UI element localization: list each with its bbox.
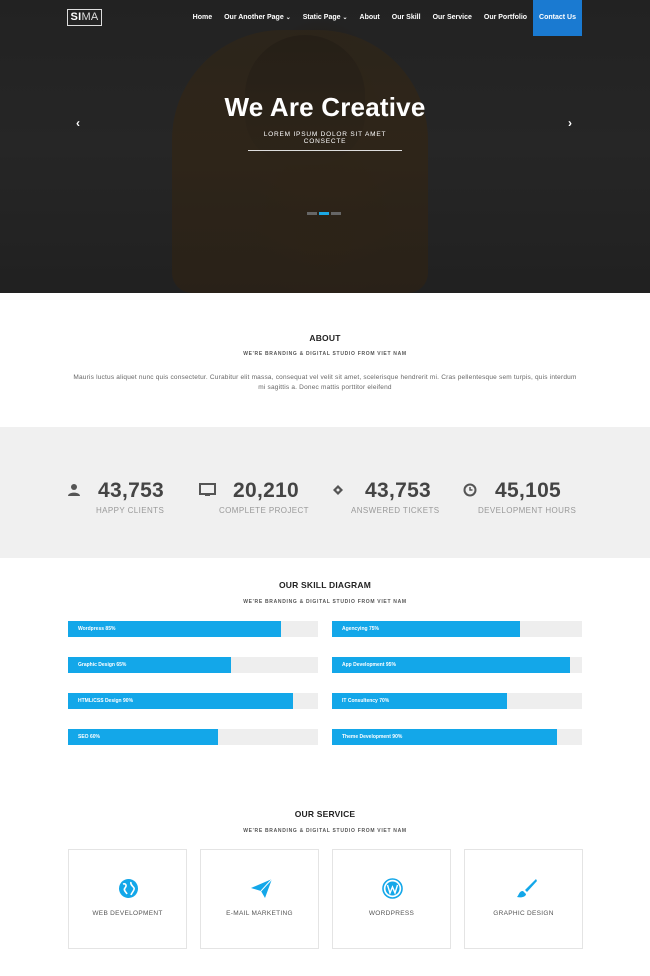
chevron-down-icon: ⌄ xyxy=(285,15,291,21)
hero-subtitle: LOREM IPSUM DOLOR SIT AMET CONSECTE xyxy=(248,128,402,151)
next-arrow-icon[interactable]: › xyxy=(568,117,572,129)
skill-bar-html-css: HTML/CSS Design 90% xyxy=(68,693,318,709)
service-card-graphic-design[interactable]: GRAPHIC DESIGN xyxy=(464,849,583,949)
about-tagline: WE'RE BRANDING & DIGITAL STUDIO FROM VIE… xyxy=(243,351,407,357)
globe-icon xyxy=(119,879,138,898)
nav-label: Our Service xyxy=(432,14,472,21)
ticket-icon xyxy=(333,485,343,495)
nav-label: Our Portfolio xyxy=(483,14,528,21)
stat-value: 20,210 xyxy=(233,479,300,502)
skill-bar-it-consultency: IT Consultency 70% xyxy=(332,693,582,709)
nav-label: About xyxy=(359,14,380,21)
skill-bar-agencying: Agencying 75% xyxy=(332,621,582,637)
nav-label: Static Page xyxy=(302,14,341,21)
skill-bar-seo: SEO 60% xyxy=(68,729,318,745)
paintbrush-icon xyxy=(517,879,537,898)
slider-dot[interactable] xyxy=(307,212,317,215)
service-label: WORDPRESS xyxy=(368,910,415,917)
nav-label: Contact Us xyxy=(539,14,576,21)
nav-static-page[interactable]: Static Page ⌄ xyxy=(297,0,354,36)
skill-bar-wordpress: Wordpress 85% xyxy=(68,621,318,637)
services-tagline: WE'RE BRANDING & DIGITAL STUDIO FROM VIE… xyxy=(243,828,407,834)
skill-bar-graphic-design: Graphic Design 65% xyxy=(68,657,318,673)
stat-label: ANSWERED TICKETS xyxy=(351,506,440,515)
nav-home[interactable]: Home xyxy=(187,0,218,36)
skill-bar-label: HTML/CSS Design 90% xyxy=(78,698,134,704)
main-nav: Home Our Another Page ⌄ Static Page ⌄ Abou… xyxy=(187,0,582,36)
service-card-email-marketing[interactable]: E-MAIL MARKETING xyxy=(200,849,319,949)
logo-part-2: MA xyxy=(81,11,99,23)
skills-title: OUR SKILL DIAGRAM xyxy=(278,580,372,590)
skills-tagline: WE'RE BRANDING & DIGITAL STUDIO FROM VIE… xyxy=(243,599,407,605)
clock-icon xyxy=(463,483,477,497)
nav-our-portfolio[interactable]: Our Portfolio xyxy=(478,0,533,36)
skill-bar-label: Wordpress 85% xyxy=(78,626,116,632)
skill-bar-label: IT Consultency 70% xyxy=(342,698,390,704)
about-title: ABOUT xyxy=(309,333,341,343)
skill-bar-label: SEO 60% xyxy=(78,734,100,740)
stat-value: 43,753 xyxy=(98,479,165,502)
nav-label: Home xyxy=(192,14,213,21)
prev-arrow-icon[interactable]: ‹ xyxy=(76,117,80,129)
skill-bar-label: Agencying 75% xyxy=(342,626,379,632)
paper-plane-icon xyxy=(251,878,273,898)
skill-bar-theme-development: Theme Development 90% xyxy=(332,729,582,745)
service-card-web-development[interactable]: WEB DEVELOPMENT xyxy=(68,849,187,949)
nav-label: Our Another Page xyxy=(224,14,284,21)
slider-dot-active[interactable] xyxy=(319,212,329,215)
nav-our-another-page[interactable]: Our Another Page ⌄ xyxy=(218,0,297,36)
hero-title: We Are Creative xyxy=(224,92,426,122)
slider-dots xyxy=(307,212,341,215)
services-title: OUR SERVICE xyxy=(294,809,356,819)
stat-value: 43,753 xyxy=(365,479,432,502)
nav-label: Our Skill xyxy=(391,14,421,21)
skill-bar-label: Graphic Design 65% xyxy=(78,662,127,668)
service-card-wordpress[interactable]: WORDPRESS xyxy=(332,849,451,949)
stat-label: COMPLETE PROJECT xyxy=(219,506,309,515)
site-logo[interactable]: SIMA xyxy=(67,9,102,26)
stat-label: DEVELOPMENT HOURS xyxy=(478,506,577,515)
user-icon xyxy=(68,484,80,496)
monitor-icon xyxy=(199,483,216,496)
logo-part-1: SI xyxy=(70,11,82,23)
nav-our-service[interactable]: Our Service xyxy=(427,0,478,36)
service-label: WEB DEVELOPMENT xyxy=(92,910,163,917)
service-label: E-MAIL MARKETING xyxy=(226,910,293,917)
slider-dot[interactable] xyxy=(331,212,341,215)
chevron-down-icon: ⌄ xyxy=(342,15,348,21)
stats-section: 43,753 HAPPY CLIENTS 20,210 COMPLETE PRO… xyxy=(0,427,650,558)
about-text: Mauris luctus aliquet nunc quis consecte… xyxy=(73,374,577,391)
wordpress-icon xyxy=(382,878,403,899)
skill-bar-label: Theme Development 90% xyxy=(342,734,403,740)
skill-bar-label: App Development 95% xyxy=(342,662,396,668)
nav-our-skill[interactable]: Our Skill xyxy=(386,0,427,36)
nav-contact-us[interactable]: Contact Us xyxy=(533,0,582,36)
hero-slider: SIMA Home Our Another Page ⌄ Static Page ⌄… xyxy=(0,0,650,293)
nav-about[interactable]: About xyxy=(354,0,386,36)
stat-value: 45,105 xyxy=(495,479,562,502)
skill-bar-app-development: App Development 95% xyxy=(332,657,582,673)
service-label: GRAPHIC DESIGN xyxy=(493,910,554,917)
stat-label: HAPPY CLIENTS xyxy=(96,506,165,515)
